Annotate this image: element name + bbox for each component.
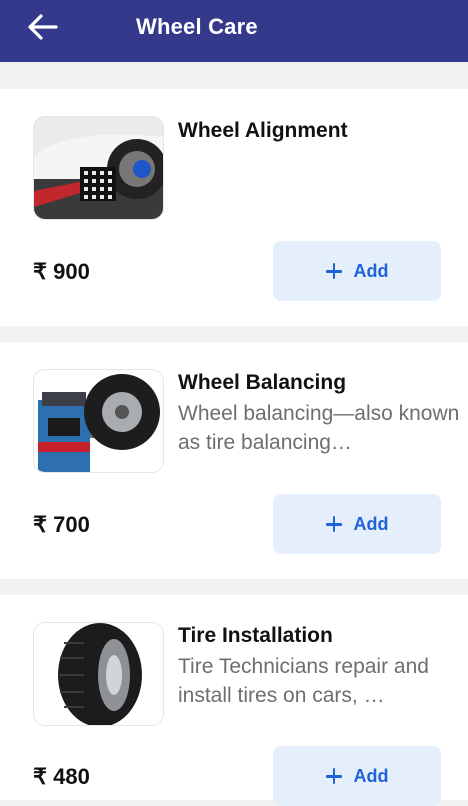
wheel-balancing-image — [33, 369, 164, 473]
add-label: Add — [353, 260, 389, 281]
service-card: Wheel Balancing Wheel balancing—also kno… — [0, 342, 468, 579]
add-button[interactable]: Add — [273, 494, 441, 554]
service-card: Tire Installation Tire Technicians repai… — [0, 595, 468, 806]
arrow-left-icon[interactable] — [26, 12, 60, 42]
tire-image — [33, 622, 164, 726]
plus-icon — [325, 516, 342, 532]
service-description: Wheel balancing—also known as tire balan… — [178, 402, 460, 454]
add-button[interactable]: Add — [273, 746, 441, 806]
app-bar: Wheel Care — [0, 0, 468, 62]
service-price: ₹ 900 — [33, 259, 90, 284]
service-name: Wheel Balancing — [178, 371, 347, 394]
service-name: Wheel Alignment — [178, 119, 348, 142]
add-label: Add — [353, 765, 389, 786]
plus-icon — [325, 768, 342, 784]
page-title: Wheel Care — [136, 14, 258, 39]
wheel-alignment-image — [33, 116, 164, 220]
service-price: ₹ 480 — [33, 764, 90, 789]
service-description: Tire Technicians repair and install tire… — [178, 655, 429, 707]
service-name: Tire Installation — [178, 624, 333, 647]
plus-icon — [325, 263, 342, 279]
add-label: Add — [353, 513, 389, 534]
service-price: ₹ 700 — [33, 512, 90, 537]
service-card: Wheel Alignment ₹ 900 Add — [0, 89, 468, 326]
add-button[interactable]: Add — [273, 241, 441, 301]
